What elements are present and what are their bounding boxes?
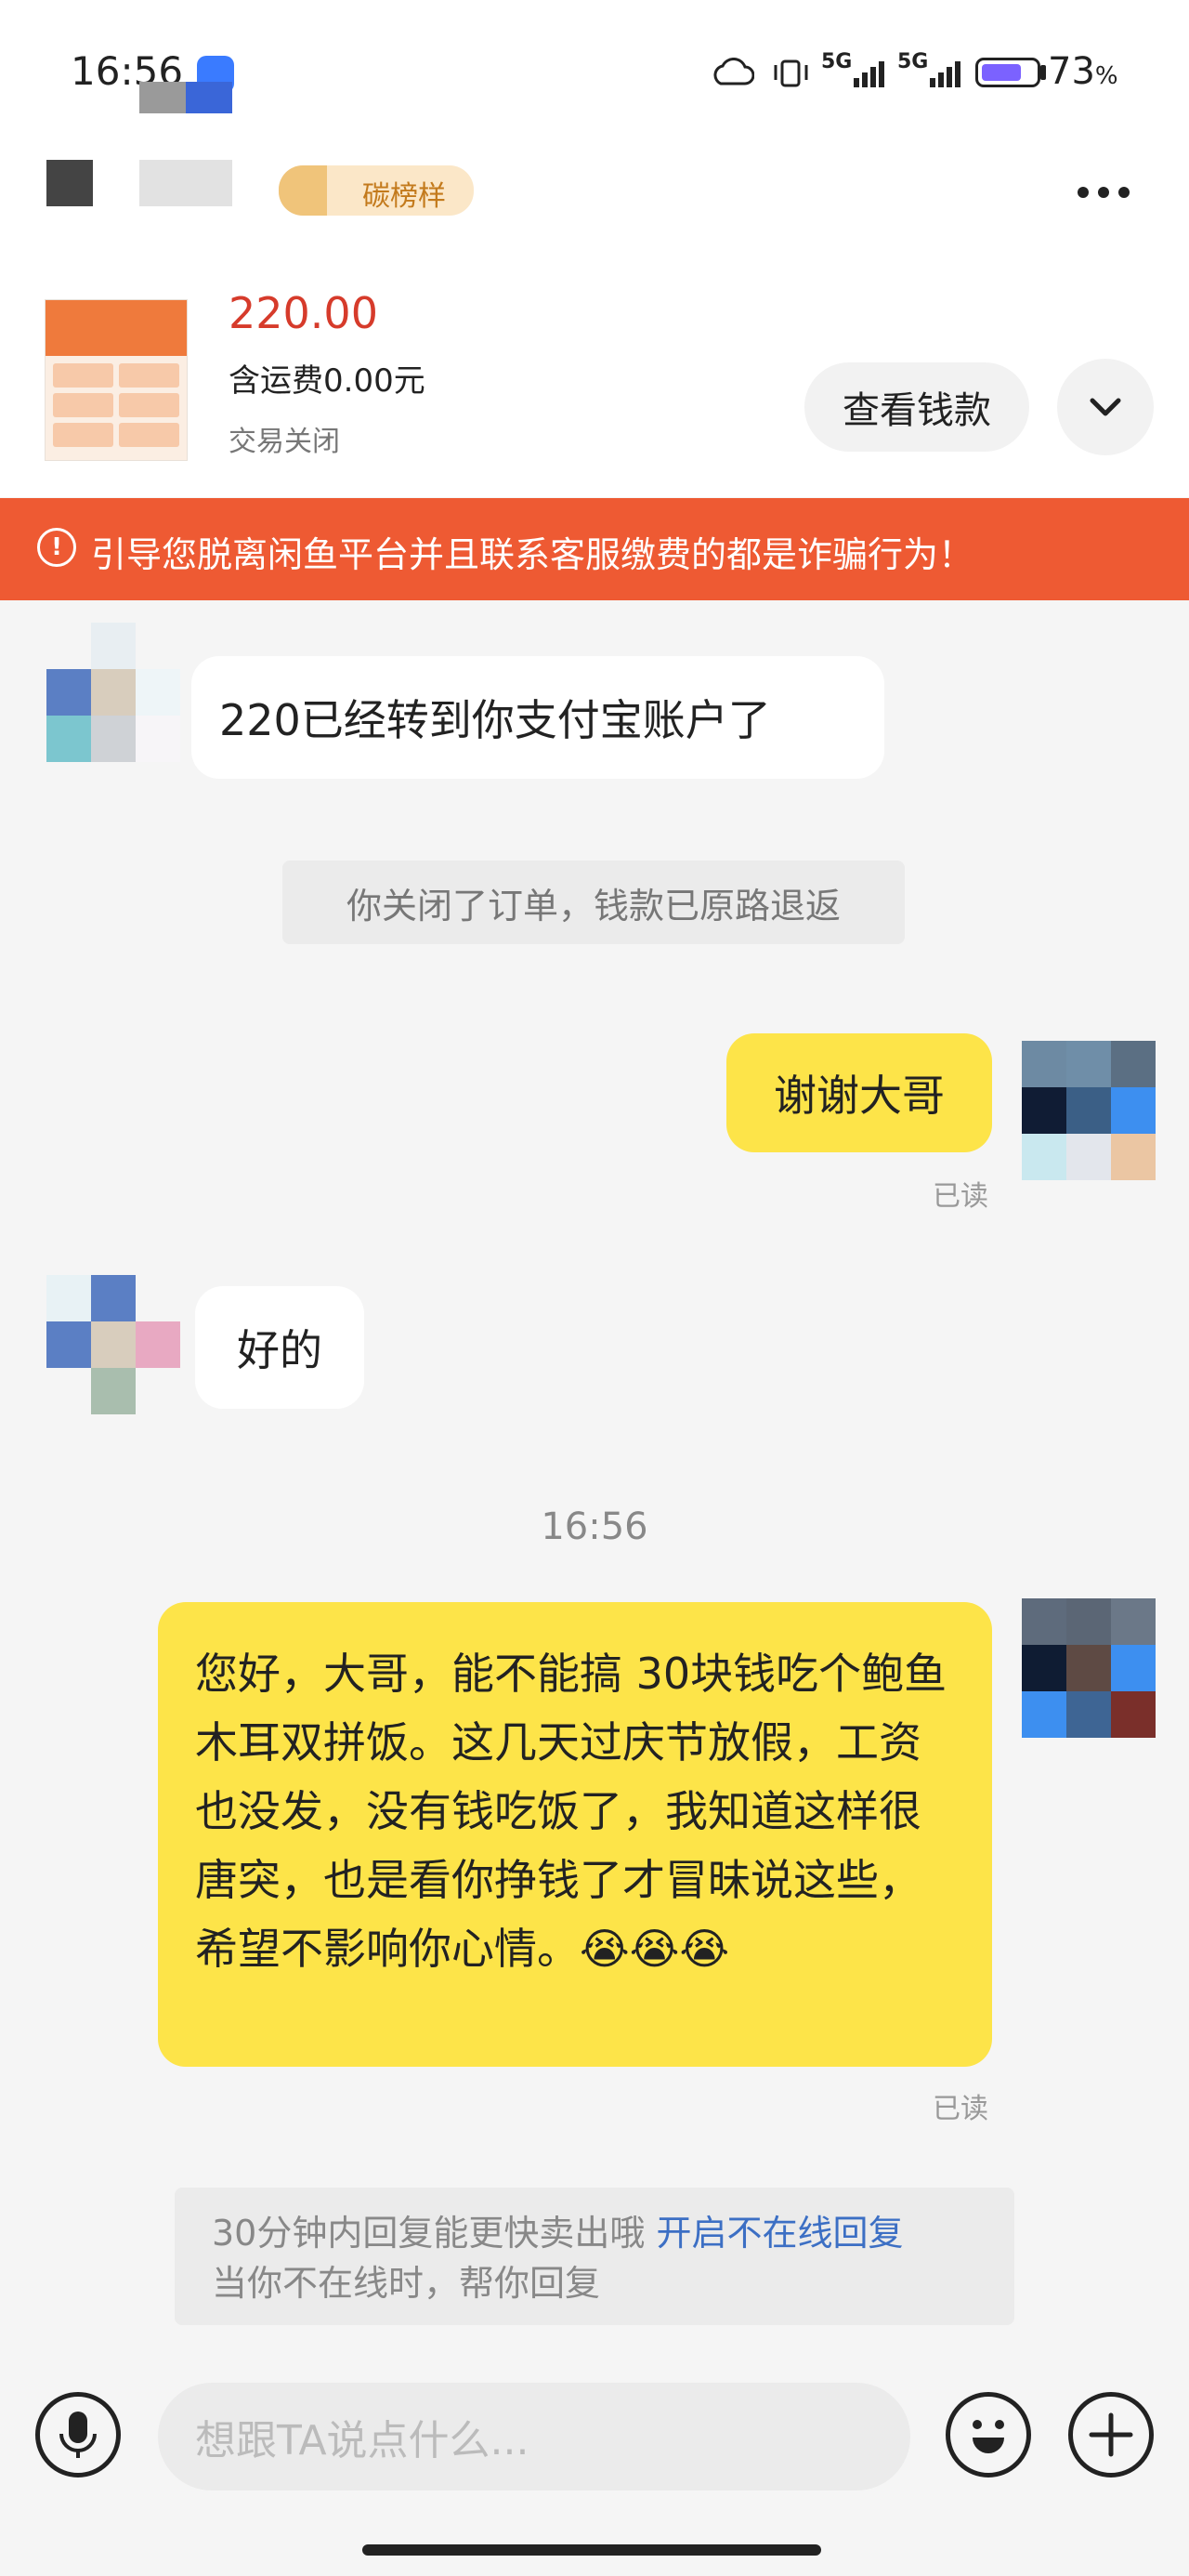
read-receipt: 已读: [933, 2093, 988, 2125]
home-indicator[interactable]: [362, 2544, 821, 2556]
system-notice: 你关闭了订单，钱款已原路退返: [282, 861, 905, 944]
battery-percent: 73%: [1048, 50, 1118, 93]
order-status: 交易关闭: [229, 426, 340, 458]
chevron-down-icon: [1090, 398, 1121, 416]
battery-percent-unit: %: [1094, 62, 1118, 90]
cloud-icon: [713, 58, 754, 85]
plus-icon: [1089, 2412, 1133, 2457]
chat-timestamp: 16:56: [541, 1505, 648, 1548]
warning-icon: !: [37, 528, 76, 567]
network-type-label: 5G: [897, 50, 929, 73]
battery-nub: [1040, 65, 1046, 80]
enable-auto-reply-link[interactable]: 开启不在线回复: [656, 2213, 903, 2254]
badge-label: 碳榜样: [362, 180, 446, 213]
read-receipt: 已读: [933, 1180, 988, 1213]
badge-icon: [279, 165, 327, 216]
tip-text: 30分钟内回复能更快卖出哦: [212, 2213, 646, 2254]
expand-button[interactable]: [1057, 359, 1154, 455]
shipping-text: 含运费0.00元: [229, 362, 425, 400]
auto-reply-tip: 30分钟内回复能更快卖出哦 开启不在线回复 当你不在线时，帮你回复: [175, 2188, 1014, 2325]
product-price: 220.00: [229, 288, 378, 338]
blurred-username: [139, 160, 232, 206]
microphone-icon: [59, 2412, 97, 2458]
network-type-label: 5G: [821, 50, 853, 73]
message-input[interactable]: 想跟TA说点什么...: [158, 2383, 910, 2491]
blurred-block: [186, 82, 232, 113]
message-bubble-sent[interactable]: 您好，大哥，能不能搞 30块钱吃个鲍鱼木耳双拼饭。这几天过庆节放假，工资也没发，…: [158, 1602, 992, 2067]
view-payment-button[interactable]: 查看钱款: [804, 362, 1029, 452]
my-avatar[interactable]: [1022, 1041, 1156, 1180]
voice-button[interactable]: [35, 2392, 121, 2477]
my-avatar[interactable]: [1022, 1598, 1156, 1738]
message-bubble-received[interactable]: 好的: [195, 1286, 364, 1409]
warning-text: 引导您脱离闲鱼平台并且联系客服缴费的都是诈骗行为！: [91, 534, 974, 575]
battery-percent-value: 73: [1048, 50, 1095, 93]
blurred-block: [139, 82, 186, 113]
more-icon[interactable]: [1078, 184, 1139, 202]
product-image[interactable]: [45, 299, 188, 461]
message-bubble-received[interactable]: 220已经转到你支付宝账户了: [191, 656, 884, 779]
signal-2: 5G: [897, 50, 961, 87]
tip-subtext: 当你不在线时，帮你回复: [212, 2263, 601, 2304]
add-button[interactable]: [1068, 2392, 1154, 2477]
signal-bars-icon: [930, 50, 961, 87]
message-bubble-sent[interactable]: 谢谢大哥: [726, 1033, 992, 1152]
back-icon[interactable]: [46, 160, 93, 206]
battery-icon: [975, 58, 1040, 87]
emoji-button[interactable]: [946, 2392, 1031, 2477]
vibrate-icon: [774, 59, 808, 87]
signal-bars-icon: [854, 50, 885, 87]
signal-1: 5G: [821, 50, 885, 87]
seller-avatar[interactable]: [46, 1275, 180, 1414]
emoji-icon: [973, 2420, 1004, 2453]
seller-avatar[interactable]: [46, 623, 180, 762]
